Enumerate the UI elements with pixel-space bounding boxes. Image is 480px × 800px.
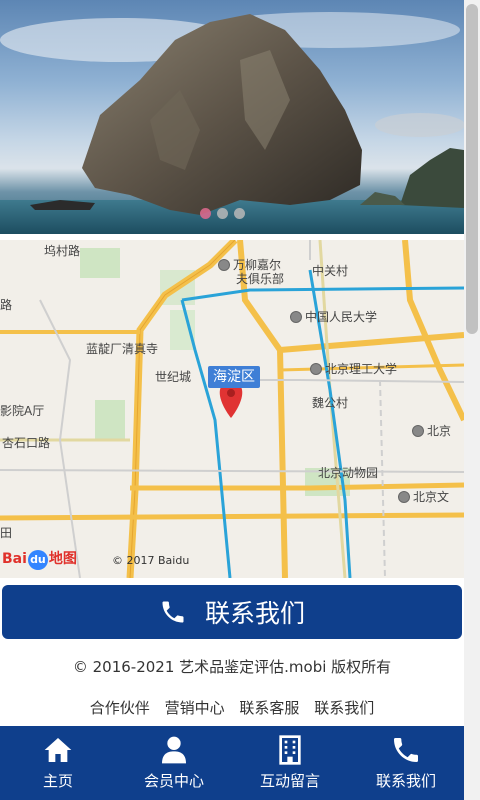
map-label: 中关村 [312, 264, 349, 278]
carousel-dot[interactable] [200, 208, 211, 219]
baidu-map[interactable]: 坞村路 万柳嘉尔 夫俱乐部 中关村 路 中国人民大学 蓝靛厂清真寺 世纪城 海淀… [0, 240, 464, 578]
page: 坞村路 万柳嘉尔 夫俱乐部 中关村 路 中国人民大学 蓝靛厂清真寺 世纪城 海淀… [0, 0, 464, 800]
poi-icon [218, 259, 230, 271]
footer-link-support[interactable]: 联系客服 [239, 699, 299, 717]
footer-copyright: © 2016-2021 艺术品鉴定评估.mobi 版权所有 [72, 658, 392, 676]
banner-image [0, 12, 464, 234]
contact-us-button[interactable]: 联系我们 [2, 585, 462, 639]
bottom-nav: 主页 会员中心 互动留言 联系我们 [0, 726, 464, 800]
poi-icon [398, 491, 410, 503]
nav-label: 联系我们 [375, 772, 436, 790]
map-label: 北京 [412, 424, 451, 438]
footer-link-marketing[interactable]: 营销中心 [165, 699, 225, 717]
phone-icon [394, 738, 418, 762]
nav-label: 会员中心 [143, 772, 204, 790]
nav-item-member[interactable]: 会员中心 [116, 726, 232, 800]
nav-item-home[interactable]: 主页 [0, 726, 116, 800]
home-icon [44, 738, 72, 762]
map-label: 坞村路 [44, 244, 81, 258]
carousel-dot[interactable] [234, 208, 245, 219]
footer-link-partners[interactable]: 合作伙伴 [90, 699, 150, 717]
hero-banner[interactable] [0, 0, 464, 234]
map-label: 蓝靛厂清真寺 [86, 342, 159, 356]
map-label: 夫俱乐部 [236, 272, 285, 286]
map-copyright: © 2017 Baidu [112, 554, 190, 567]
nav-item-contact[interactable]: 联系我们 [348, 726, 464, 800]
page-scrollbar[interactable] [464, 0, 480, 800]
nav-item-messages[interactable]: 互动留言 [232, 726, 348, 800]
map-label: 北京动物园 [318, 466, 379, 480]
poi-icon [412, 425, 424, 437]
user-icon [162, 736, 186, 764]
district-badge: 海淀区 [208, 366, 260, 388]
carousel-dots [200, 208, 245, 219]
map-label: 中国人民大学 [290, 310, 377, 324]
map-label: 田 [0, 526, 13, 540]
nav-label: 主页 [42, 772, 73, 790]
baidu-logo[interactable]: Bai du 地图 [2, 550, 77, 570]
contact-us-label: 联系我们 [204, 599, 305, 628]
footer-link-contact[interactable]: 联系我们 [314, 699, 374, 717]
carousel-dot[interactable] [217, 208, 228, 219]
poi-icon [290, 311, 302, 323]
map-label: 杏石口路 [2, 436, 51, 450]
map-label: 魏公村 [312, 396, 349, 410]
map-label: 世纪城 [155, 370, 192, 384]
phone-icon [162, 601, 184, 623]
poi-icon [310, 363, 322, 375]
nav-label: 互动留言 [259, 772, 320, 790]
map-label: 影院A厅 [0, 404, 45, 418]
map-label: 北京文 [398, 490, 449, 504]
building-icon [279, 735, 301, 765]
footer-links: 合作伙伴 营销中心 联系客服 联系我们 [0, 697, 464, 718]
map-roads [0, 240, 464, 578]
map-label: 北京理工大学 [310, 362, 397, 376]
scrollbar-thumb[interactable] [466, 4, 478, 334]
map-label: 路 [0, 298, 13, 312]
map-label: 万柳嘉尔 [218, 258, 281, 272]
